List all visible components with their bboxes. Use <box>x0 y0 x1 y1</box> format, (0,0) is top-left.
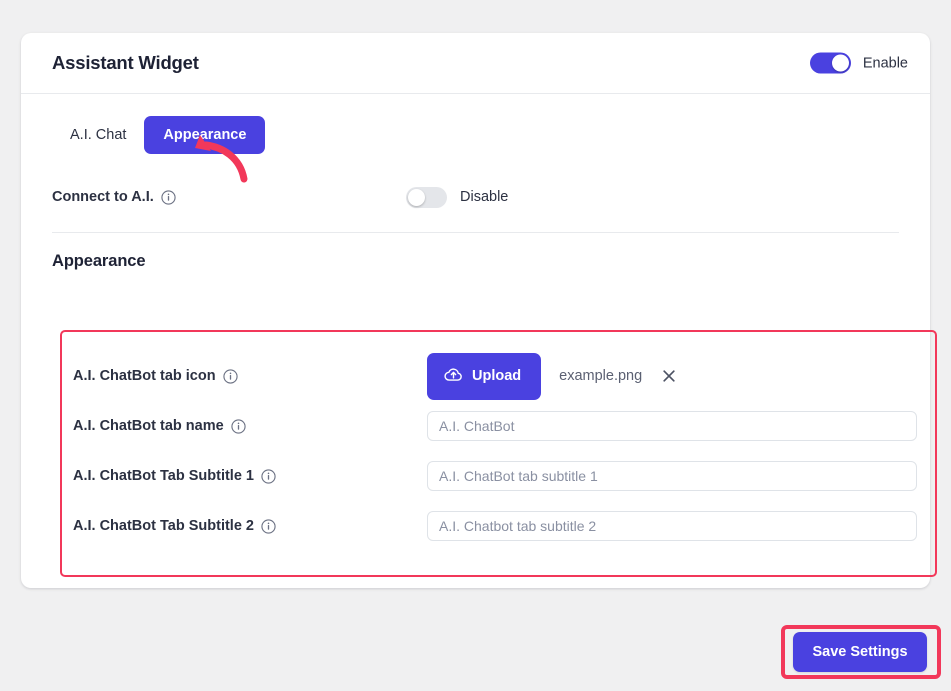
info-icon[interactable] <box>261 468 276 484</box>
upload-cell: Upload example.png <box>427 352 676 400</box>
card-body: A.I. Chat Appearance Connect to A.I. Dis… <box>21 94 930 271</box>
tab-subtitle-1-input[interactable] <box>427 461 917 491</box>
tab-ai-chat[interactable]: A.I. Chat <box>52 117 144 153</box>
form-label-tab-name: A.I. ChatBot tab name <box>73 418 224 434</box>
section-divider <box>52 232 899 233</box>
info-icon[interactable] <box>261 518 276 534</box>
form-row-tab-subtitle-2: A.I. ChatBot Tab Subtitle 2 <box>73 501 923 551</box>
page-root: Assistant Widget Enable A.I. Chat Appear… <box>0 0 951 691</box>
connect-to-ai-toggle[interactable] <box>406 186 447 208</box>
tab-subtitle-2-input[interactable] <box>427 511 917 541</box>
toggle-knob <box>408 188 425 206</box>
save-settings-button[interactable]: Save Settings <box>793 632 927 672</box>
cloud-upload-icon <box>444 365 463 388</box>
enable-toggle-group: Enable <box>809 52 908 74</box>
form-label-tab-icon: A.I. ChatBot tab icon <box>73 368 216 384</box>
close-icon[interactable] <box>662 369 676 383</box>
tab-bar: A.I. Chat Appearance <box>52 94 899 154</box>
card-header: Assistant Widget Enable <box>21 33 930 94</box>
info-icon[interactable] <box>222 368 238 384</box>
toggle-knob <box>831 54 849 72</box>
upload-button[interactable]: Upload <box>427 352 542 400</box>
connect-to-ai-label-group: Connect to A.I. <box>52 189 406 205</box>
form-label-tab-subtitle-1: A.I. ChatBot Tab Subtitle 1 <box>73 468 254 484</box>
connect-to-ai-row: Connect to A.I. Disable <box>52 174 899 220</box>
label-group-tab-name: A.I. ChatBot tab name <box>73 418 427 434</box>
form-label-tab-subtitle-2: A.I. ChatBot Tab Subtitle 2 <box>73 518 254 534</box>
appearance-form: A.I. ChatBot tab icon Upload example.png… <box>73 351 923 551</box>
uploaded-file-name: example.png <box>559 368 643 384</box>
info-icon[interactable] <box>161 189 176 205</box>
connect-to-ai-label: Connect to A.I. <box>52 189 154 205</box>
tab-appearance[interactable]: Appearance <box>144 116 266 154</box>
form-row-tab-name: A.I. ChatBot tab name <box>73 401 923 451</box>
tab-name-input[interactable] <box>427 411 917 441</box>
page-title: Assistant Widget <box>52 52 199 73</box>
connect-toggle-group: Disable <box>406 186 509 208</box>
label-group-subtitle-2: A.I. ChatBot Tab Subtitle 2 <box>73 518 427 534</box>
enable-toggle-label: Enable <box>862 55 908 71</box>
connect-toggle-label: Disable <box>460 189 509 205</box>
form-row-tab-subtitle-1: A.I. ChatBot Tab Subtitle 1 <box>73 451 923 501</box>
label-group-tab-icon: A.I. ChatBot tab icon <box>73 368 427 384</box>
section-title-appearance: Appearance <box>52 252 146 270</box>
info-icon[interactable] <box>231 418 246 434</box>
label-group-subtitle-1: A.I. ChatBot Tab Subtitle 1 <box>73 468 427 484</box>
assistant-widget-card: Assistant Widget Enable A.I. Chat Appear… <box>21 33 937 588</box>
form-row-tab-icon: A.I. ChatBot tab icon Upload example.png <box>73 351 923 401</box>
enable-toggle[interactable] <box>809 52 851 74</box>
upload-button-label: Upload <box>472 368 522 384</box>
